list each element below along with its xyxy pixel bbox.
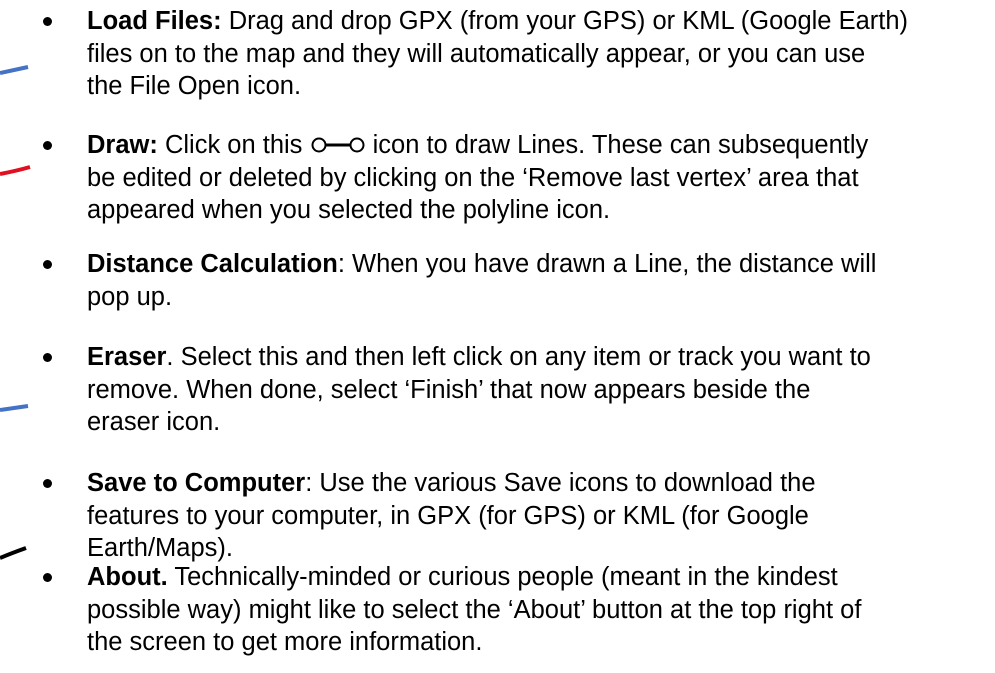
item-text: Eraser. Select this and then left click …: [87, 343, 871, 437]
bullet: [43, 141, 52, 150]
item-title: Distance Calculation: [87, 250, 338, 278]
item-text: Save to Computer: Use the various Save i…: [87, 469, 816, 563]
left-edge-strokes: [0, 65, 31, 560]
item-text: About. Technically-minded or curious peo…: [87, 563, 862, 657]
polyline-icon: [311, 135, 365, 155]
item-text: Draw: Click on this icon to draw Lines. …: [87, 131, 869, 225]
black-stroke: [0, 546, 27, 560]
item-text: Load Files: Drag and drop GPX (from your…: [87, 7, 909, 101]
item-title: Draw:: [87, 131, 158, 159]
red-stroke: [0, 165, 31, 176]
bullet: [43, 573, 52, 582]
item-title: About.: [87, 563, 168, 591]
item-title: Eraser: [87, 343, 167, 371]
bullet: [43, 17, 52, 26]
item-title: Save to Computer: [87, 469, 306, 497]
bullet: [43, 260, 52, 269]
blue-stroke-1: [0, 65, 29, 75]
item-text: Distance Calculation: When you have draw…: [87, 250, 877, 311]
blue-stroke-2: [0, 404, 29, 412]
bullet: [43, 479, 52, 488]
item-title: Load Files:: [87, 7, 222, 35]
bullet: [43, 353, 52, 362]
